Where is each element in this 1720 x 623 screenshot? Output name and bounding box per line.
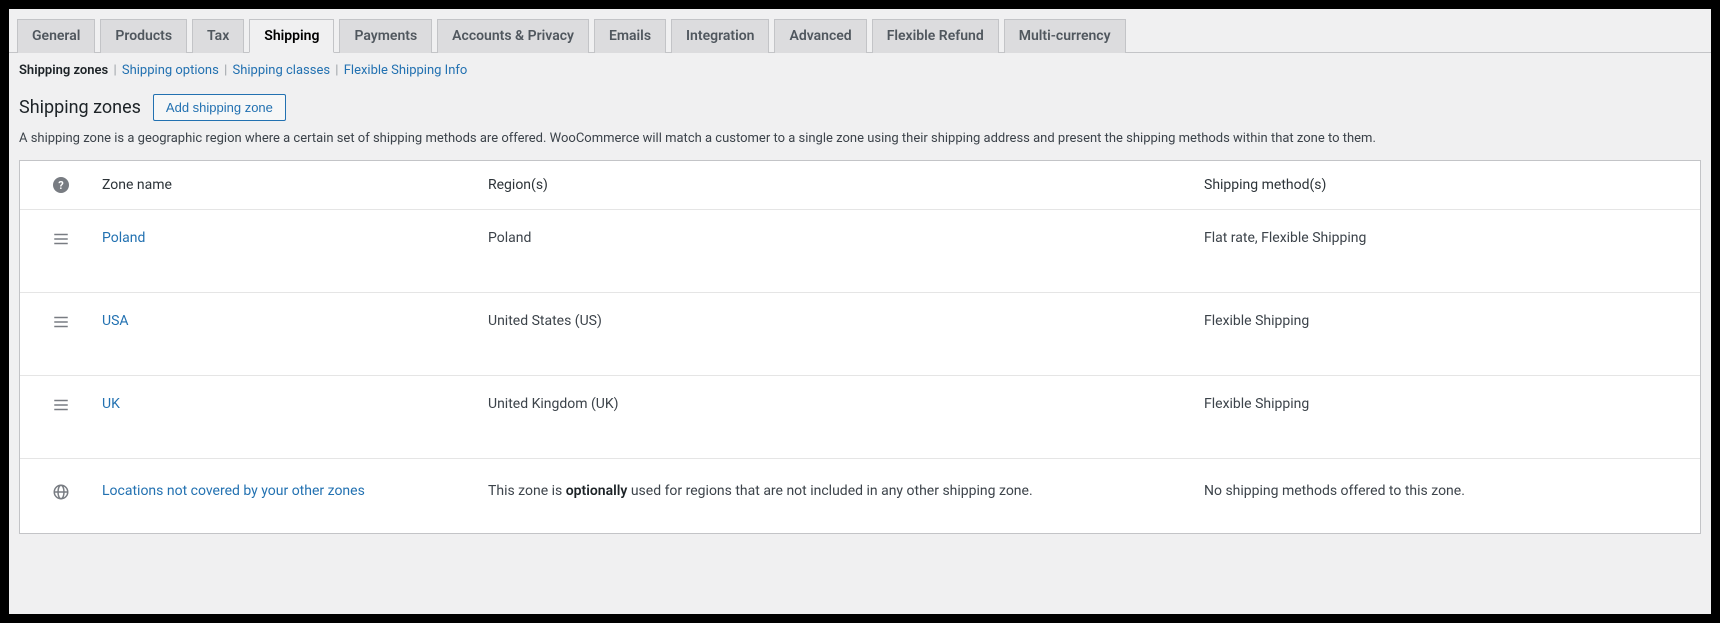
fallback-row: Locations not covered by your other zone… <box>20 459 1700 533</box>
subnav-flexible-shipping-info[interactable]: Flexible Shipping Info <box>344 63 468 78</box>
column-regions: Region(s) <box>480 161 1196 209</box>
zone-methods: Flexible Shipping <box>1196 293 1700 373</box>
fallback-desc-bold: optionally <box>566 483 628 499</box>
zone-regions: United States (US) <box>480 293 1196 373</box>
tab-advanced[interactable]: Advanced <box>774 19 866 53</box>
zone-name-link[interactable]: UK <box>102 396 120 412</box>
drag-handle-icon[interactable] <box>20 293 94 375</box>
column-methods: Shipping method(s) <box>1196 161 1700 209</box>
help-icon[interactable]: ? <box>53 177 69 193</box>
table-row: USA United States (US) Flexible Shipping <box>20 293 1700 376</box>
fallback-zone-link[interactable]: Locations not covered by your other zone… <box>102 483 365 499</box>
table-header-row: ? Zone name Region(s) Shipping method(s) <box>20 161 1700 210</box>
zone-name-link[interactable]: USA <box>102 313 129 329</box>
fallback-methods: No shipping methods offered to this zone… <box>1196 459 1700 531</box>
column-zone-name: Zone name <box>94 161 480 209</box>
tab-tax[interactable]: Tax <box>192 19 244 53</box>
tab-shipping[interactable]: Shipping <box>249 19 334 53</box>
zones-table: ? Zone name Region(s) Shipping method(s)… <box>19 160 1701 534</box>
page-header: Shipping zones Add shipping zone <box>9 82 1711 127</box>
table-row: UK United Kingdom (UK) Flexible Shipping <box>20 376 1700 459</box>
nav-tabs: General Products Tax Shipping Payments A… <box>9 9 1711 53</box>
sub-nav: Shipping zones | Shipping options | Ship… <box>9 53 1711 82</box>
zone-methods: Flat rate, Flexible Shipping <box>1196 210 1700 290</box>
fallback-description: This zone is optionally used for regions… <box>480 459 1196 531</box>
drag-handle-icon[interactable] <box>20 210 94 292</box>
subnav-shipping-zones[interactable]: Shipping zones <box>19 63 108 78</box>
globe-icon <box>20 459 94 533</box>
subnav-shipping-classes[interactable]: Shipping classes <box>232 63 330 78</box>
fallback-desc-post: used for regions that are not included i… <box>627 483 1032 499</box>
zone-name-link[interactable]: Poland <box>102 230 145 246</box>
table-row: Poland Poland Flat rate, Flexible Shippi… <box>20 210 1700 293</box>
subnav-shipping-options[interactable]: Shipping options <box>122 63 219 78</box>
tab-multi-currency[interactable]: Multi-currency <box>1004 19 1126 53</box>
drag-handle-icon[interactable] <box>20 376 94 458</box>
tab-emails[interactable]: Emails <box>594 19 666 53</box>
zone-methods: Flexible Shipping <box>1196 376 1700 456</box>
add-shipping-zone-button[interactable]: Add shipping zone <box>153 94 286 121</box>
zone-regions: United Kingdom (UK) <box>480 376 1196 456</box>
tab-integration[interactable]: Integration <box>671 19 769 53</box>
separator: | <box>335 63 338 78</box>
fallback-desc-pre: This zone is <box>488 483 566 499</box>
tab-flexible-refund[interactable]: Flexible Refund <box>872 19 999 53</box>
tab-accounts-privacy[interactable]: Accounts & Privacy <box>437 19 589 53</box>
tab-products[interactable]: Products <box>100 19 187 53</box>
settings-panel: General Products Tax Shipping Payments A… <box>9 9 1711 614</box>
separator: | <box>113 63 116 78</box>
page-description: A shipping zone is a geographic region w… <box>9 127 1711 160</box>
help-column: ? <box>20 161 94 209</box>
separator: | <box>224 63 227 78</box>
tab-payments[interactable]: Payments <box>339 19 432 53</box>
tab-general[interactable]: General <box>17 19 95 53</box>
page-title: Shipping zones <box>19 97 141 118</box>
zone-regions: Poland <box>480 210 1196 290</box>
